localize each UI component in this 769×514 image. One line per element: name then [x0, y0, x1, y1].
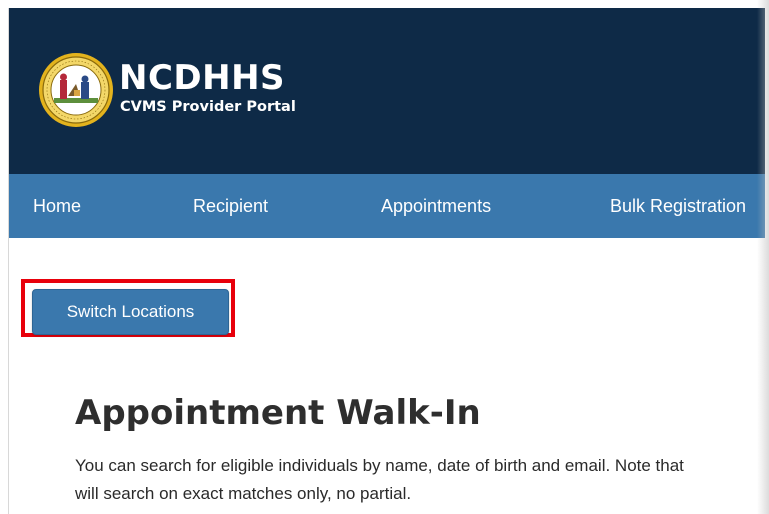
- description-line-1: You can search for eligible individuals …: [75, 456, 684, 475]
- page-title: Appointment Walk-In: [75, 393, 481, 433]
- nc-state-seal-icon[interactable]: [38, 52, 114, 128]
- main-nav: Home Recipient Appointments Bulk Registr…: [9, 174, 765, 238]
- page-description: You can search for eligible individuals …: [75, 452, 765, 508]
- brand-title: NCDHHS: [119, 58, 286, 98]
- nav-item-home[interactable]: Home: [33, 174, 81, 238]
- nav-item-appointments[interactable]: Appointments: [381, 174, 491, 238]
- switch-locations-button[interactable]: Switch Locations: [32, 289, 229, 335]
- description-line-2: will search on exact matches only, no pa…: [75, 484, 412, 503]
- screenshot-frame: NCDHHS CVMS Provider Portal Home Recipie…: [0, 0, 769, 514]
- site-header: NCDHHS CVMS Provider Portal: [9, 8, 765, 174]
- nav-item-bulk-registration[interactable]: Bulk Registration: [610, 174, 746, 238]
- nav-item-recipient[interactable]: Recipient: [193, 174, 268, 238]
- brand-subtitle: CVMS Provider Portal: [120, 99, 296, 115]
- portal-page: NCDHHS CVMS Provider Portal Home Recipie…: [8, 8, 765, 514]
